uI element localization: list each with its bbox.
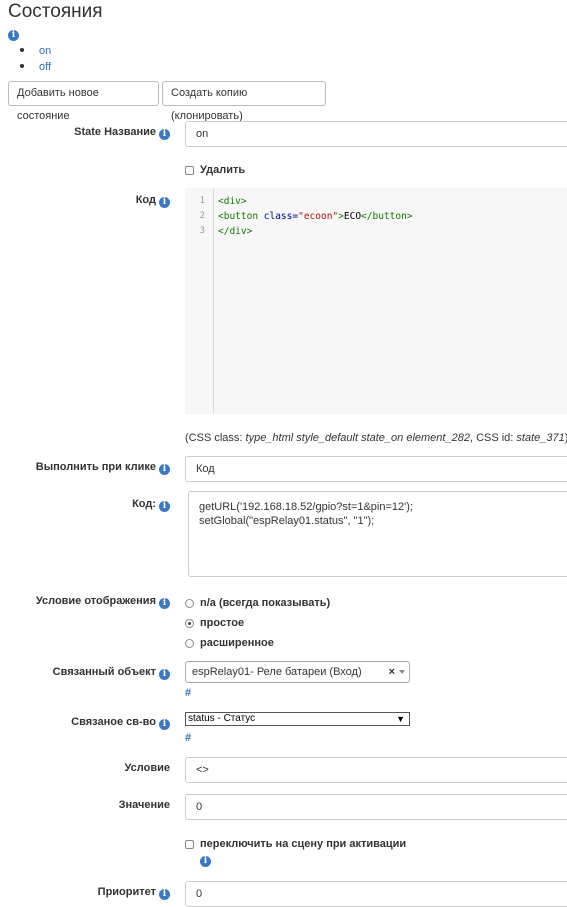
css-info-prefix: (CSS class:: [185, 432, 246, 444]
code-line: <button class="ecoon">ECO</button>: [218, 209, 413, 224]
line-number: 1: [199, 196, 205, 206]
delete-checkbox[interactable]: [185, 166, 194, 175]
info-icon[interactable]: i: [159, 598, 170, 609]
linked-object-label-text: Связанный объект: [52, 666, 156, 678]
priority-input[interactable]: 0: [185, 881, 567, 907]
script-textarea[interactable]: getURL('192.168.18.52/gpio?st=1&pin=12')…: [188, 491, 567, 577]
code-token: class=: [263, 211, 299, 222]
state-link-on[interactable]: on: [39, 45, 51, 57]
script-label-text: Код:: [132, 498, 156, 510]
code-token: <div>: [218, 196, 247, 207]
list-item: on: [8, 42, 51, 58]
script-line: setGlobal("espRelay01.status", "1");: [199, 515, 375, 527]
list-item: off: [8, 58, 51, 74]
info-icon[interactable]: i: [159, 669, 170, 680]
condition-label: Условие: [124, 762, 170, 774]
state-name-input[interactable]: on: [185, 121, 567, 147]
radio-extended-label: расширенное: [200, 637, 274, 649]
display-condition-label-text: Условие отображения: [35, 595, 156, 607]
bullet: [20, 48, 24, 52]
value-input[interactable]: 0: [185, 794, 567, 820]
state-link-off[interactable]: off: [39, 61, 51, 73]
code-token: "ecoon": [298, 211, 339, 222]
radio-na-label: n/a (всегда показывать): [200, 597, 331, 609]
radio-extended[interactable]: [185, 639, 194, 648]
switch-scene-checkbox[interactable]: [185, 840, 194, 849]
info-icon[interactable]: i: [159, 129, 170, 140]
priority-label-text: Приоритет: [97, 886, 156, 898]
info-icon[interactable]: i: [159, 464, 170, 475]
radio-na[interactable]: [185, 599, 194, 608]
info-icon[interactable]: i: [159, 501, 170, 512]
state-list: on off: [8, 42, 51, 74]
code-label: Код i: [136, 194, 170, 208]
linked-property-label: Связаное св-во i: [71, 716, 170, 730]
code-label-text: Код: [135, 194, 156, 206]
state-name-label-text: State Название: [74, 126, 156, 138]
css-info-middle: , CSS id:: [469, 432, 517, 444]
on-click-label-text: Выполнить при клике: [35, 461, 156, 473]
line-number: 3: [199, 226, 205, 236]
linked-object-label: Связанный объект i: [53, 666, 170, 680]
info-icon[interactable]: i: [159, 197, 170, 208]
switch-scene-label: переключить на сцену при активации: [200, 838, 407, 850]
radio-simple[interactable]: [185, 619, 194, 628]
page-title: Состояния: [8, 1, 103, 22]
clear-icon[interactable]: ×: [389, 662, 395, 682]
value-label: Значение: [118, 799, 170, 811]
dropdown-arrow-icon[interactable]: ▼: [396, 713, 405, 725]
linked-property-link[interactable]: #: [185, 732, 191, 744]
css-info: (CSS class: type_html style_default stat…: [185, 432, 567, 444]
code-lines: <div> <button class="ecoon">ECO</button>…: [218, 194, 413, 239]
code-line: <div>: [218, 194, 413, 209]
on-click-label: Выполнить при клике i: [36, 461, 170, 475]
radio-simple-label: простое: [200, 617, 245, 629]
condition-select[interactable]: <>: [185, 757, 567, 783]
code-token: </div>: [218, 226, 253, 237]
css-classes: type_html style_default state_on element…: [245, 432, 470, 444]
linked-property-select[interactable]: status - Статус ▼: [185, 712, 410, 726]
css-id: state_371: [516, 432, 565, 444]
script-line: getURL('192.168.18.52/gpio?st=1&pin=12')…: [199, 501, 413, 513]
bullet: [20, 64, 24, 68]
display-condition-label: Условие отображения i: [36, 595, 170, 609]
code-editor[interactable]: 1 2 3 <div> <button class="ecoon">ECO</b…: [185, 188, 567, 414]
info-icon[interactable]: i: [8, 30, 19, 41]
delete-label: Удалить: [200, 164, 246, 176]
script-label: Код: i: [132, 498, 170, 512]
state-name-label: State Название i: [74, 126, 170, 140]
add-state-button[interactable]: Добавить новое состояние: [8, 81, 159, 122]
info-icon[interactable]: i: [200, 856, 211, 867]
linked-object-link[interactable]: #: [185, 687, 191, 699]
linked-property-label-text: Связаное св-во: [71, 716, 156, 728]
code-token: ECO: [343, 211, 362, 222]
code-line: </div>: [218, 224, 413, 239]
code-token: </button>: [361, 211, 413, 222]
clone-button[interactable]: Создать копию (клонировать): [162, 81, 326, 122]
priority-label: Приоритет i: [98, 886, 170, 900]
linked-object-value: espRelay01- Реле батареи (Вход): [192, 666, 362, 678]
linked-property-value: status - Статус: [188, 713, 256, 724]
chevron-down-icon[interactable]: [399, 670, 405, 674]
on-click-select[interactable]: Код: [185, 456, 567, 482]
linked-object-select[interactable]: espRelay01- Реле батареи (Вход) ×: [185, 661, 410, 683]
code-token: <button: [218, 211, 264, 222]
line-number: 2: [199, 211, 205, 221]
line-numbers: 1 2 3: [185, 188, 214, 414]
info-icon[interactable]: i: [159, 889, 170, 900]
info-icon[interactable]: i: [159, 719, 170, 730]
